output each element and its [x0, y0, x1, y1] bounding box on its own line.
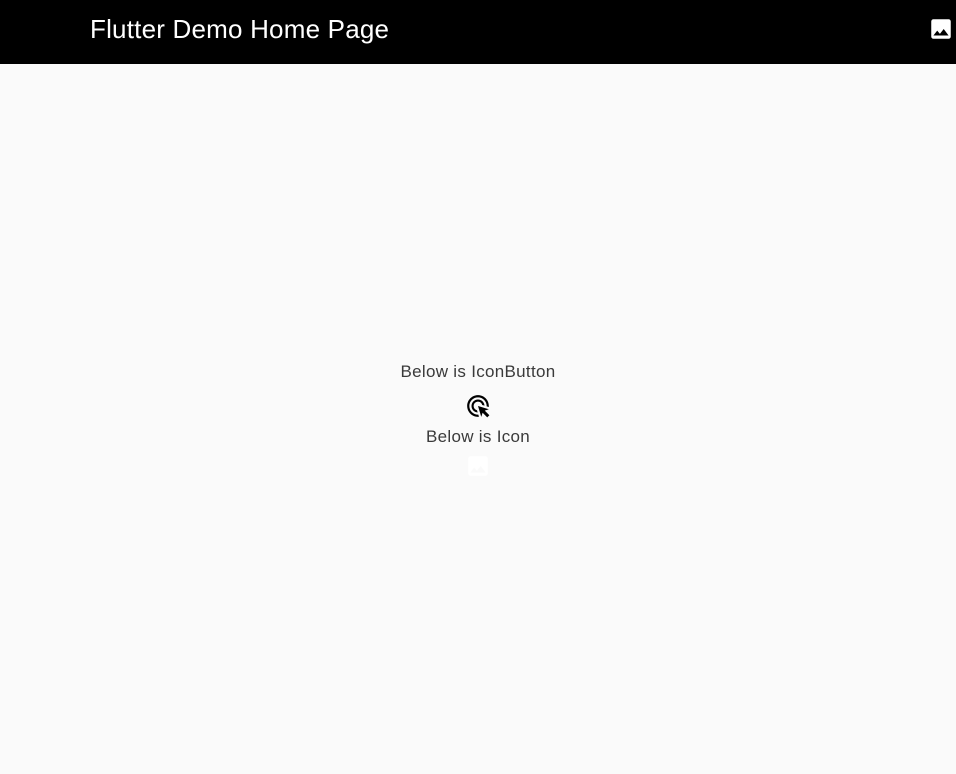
body-content: Below is IconButton Below is Icon [0, 64, 956, 774]
page-title: Flutter Demo Home Page [90, 14, 390, 44]
image-action-button[interactable] [926, 14, 956, 44]
app-bar: Flutter Demo Home Page [0, 0, 956, 64]
iconbutton-caption: Below is IconButton [400, 362, 556, 381]
ads-click-icon [467, 395, 490, 418]
ads-click-icon-button[interactable] [464, 392, 492, 420]
plain-icon-container [465, 453, 491, 479]
image-icon [468, 456, 488, 476]
icon-caption: Below is Icon [425, 427, 531, 446]
image-icon [931, 19, 951, 39]
